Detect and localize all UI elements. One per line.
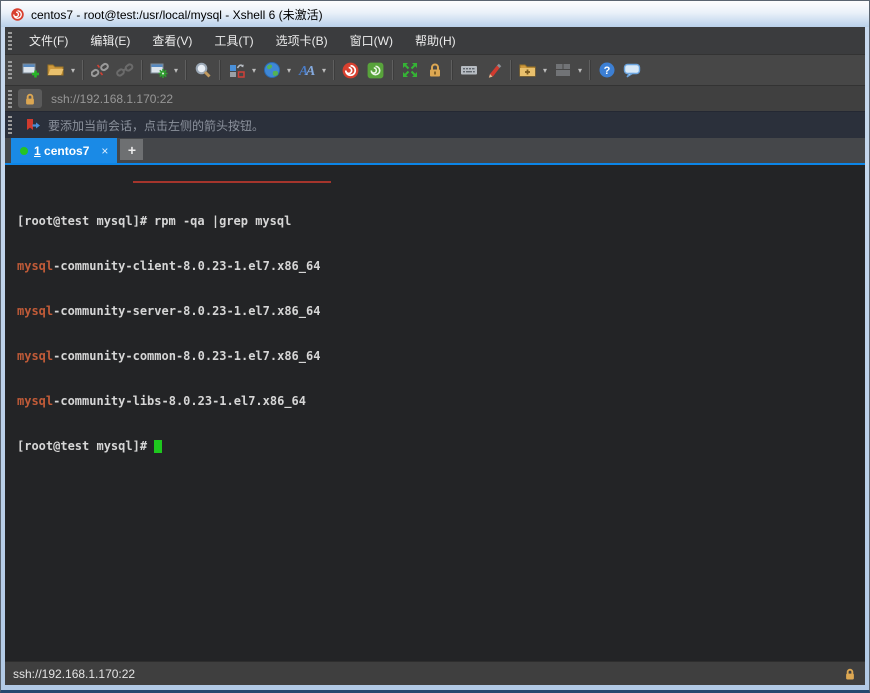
new-tab-button[interactable]: + [120, 139, 143, 160]
svg-text:?: ? [603, 65, 610, 77]
grep-match: mysql [17, 394, 53, 408]
status-lock-icon [843, 667, 857, 681]
xshell-icon[interactable] [338, 58, 363, 83]
tab-centos7[interactable]: 1 centos7 × [11, 138, 117, 163]
feedback-icon[interactable] [619, 58, 644, 83]
prompt: [root@test mysql]# [17, 214, 147, 228]
fullscreen-icon[interactable] [397, 58, 422, 83]
status-url: ssh://192.168.1.170:22 [13, 667, 135, 681]
tab-bar: 1 centos7 × + [5, 138, 865, 165]
addressbar-grip[interactable] [8, 90, 12, 108]
new-session-icon[interactable] [18, 58, 43, 83]
menu-file[interactable]: 文件(F) [18, 28, 79, 53]
menu-tabs[interactable]: 选项卡(B) [265, 28, 339, 53]
web-browser-caret[interactable]: ▾ [284, 66, 294, 75]
toolbar-grip[interactable] [8, 61, 12, 79]
tab-close-icon[interactable]: × [101, 144, 108, 158]
lock-screen-icon[interactable] [422, 58, 447, 83]
connected-indicator-icon [20, 147, 28, 155]
toolbar-separator [589, 60, 590, 80]
disconnect-icon[interactable] [87, 58, 112, 83]
title-bar: centos7 - root@test:/usr/local/mysql - X… [1, 1, 869, 27]
toolbar: ▾ ▾ ▾ ▾ [5, 54, 865, 85]
status-bar: ssh://192.168.1.170:22 [5, 661, 865, 685]
help-icon[interactable]: ? [594, 58, 619, 83]
menu-help[interactable]: 帮助(H) [404, 28, 467, 53]
annotation-underline [133, 181, 331, 183]
new-session-folder-icon[interactable] [515, 58, 540, 83]
toolbar-separator [510, 60, 511, 80]
xshell-logo-icon [10, 7, 25, 22]
terminal-line: mysql-community-server-8.0.23-1.el7.x86_… [17, 304, 865, 319]
window-title: centos7 - root@test:/usr/local/mysql - X… [31, 6, 323, 23]
terminal-cursor [154, 440, 162, 453]
open-session-caret[interactable]: ▾ [68, 66, 78, 75]
menu-bar: 文件(F) 编辑(E) 查看(V) 工具(T) 选项卡(B) 窗口(W) 帮助(… [5, 27, 865, 54]
prompt: [root@test mysql]# [17, 439, 147, 453]
terminal-line: mysql-community-common-8.0.23-1.el7.x86_… [17, 349, 865, 364]
add-session-arrow-icon[interactable] [25, 118, 41, 133]
app-area: 文件(F) 编辑(E) 查看(V) 工具(T) 选项卡(B) 窗口(W) 帮助(… [5, 27, 865, 685]
toolbar-separator [141, 60, 142, 80]
web-browser-icon[interactable] [259, 58, 284, 83]
font-caret[interactable]: ▾ [319, 66, 329, 75]
menu-view[interactable]: 查看(V) [141, 28, 203, 53]
find-icon[interactable] [190, 58, 215, 83]
session-properties-caret[interactable]: ▾ [171, 66, 181, 75]
reconnect-icon[interactable] [112, 58, 137, 83]
font-icon[interactable]: AA [294, 58, 319, 83]
new-session-folder-caret[interactable]: ▾ [540, 66, 550, 75]
toolbar-separator [82, 60, 83, 80]
highlight-pen-icon[interactable] [481, 58, 506, 83]
menu-window[interactable]: 窗口(W) [339, 28, 404, 53]
tile-windows-icon[interactable] [550, 58, 575, 83]
package-name: -community-server-8.0.23-1.el7.x86_64 [53, 304, 320, 318]
menu-edit[interactable]: 编辑(E) [79, 28, 141, 53]
grep-match: mysql [17, 349, 53, 363]
toolbar-separator [333, 60, 334, 80]
tab-index: 1 [34, 144, 41, 158]
virtual-keyboard-icon[interactable] [456, 58, 481, 83]
terminal-line: mysql-community-libs-8.0.23-1.el7.x86_64 [17, 394, 865, 409]
package-name: -community-libs-8.0.23-1.el7.x86_64 [53, 394, 306, 408]
tab-name: centos7 [44, 144, 89, 158]
xshell-window: centos7 - root@test:/usr/local/mysql - X… [0, 0, 870, 693]
session-properties-icon[interactable] [146, 58, 171, 83]
address-bar[interactable]: ssh://192.168.1.170:22 [5, 85, 865, 111]
toolbar-separator [451, 60, 452, 80]
info-bar: 要添加当前会话，点击左侧的箭头按钮。 [5, 111, 865, 138]
toolbar-separator [219, 60, 220, 80]
compose-bar-icon[interactable] [224, 58, 249, 83]
window-frame-bottom [1, 685, 869, 690]
open-session-icon[interactable] [43, 58, 68, 83]
address-url: ssh://192.168.1.170:22 [51, 92, 173, 106]
command: rpm -qa |grep mysql [154, 214, 291, 228]
terminal[interactable]: [root@test mysql]# rpm -qa |grep mysql my… [5, 165, 865, 661]
toolbar-separator [185, 60, 186, 80]
infobar-grip[interactable] [8, 116, 12, 134]
toolbar-separator [392, 60, 393, 80]
terminal-line: mysql-community-client-8.0.23-1.el7.x86_… [17, 259, 865, 274]
package-name: -community-common-8.0.23-1.el7.x86_64 [53, 349, 320, 363]
address-lock-icon [18, 89, 42, 108]
tile-windows-caret[interactable]: ▾ [575, 66, 585, 75]
menubar-grip[interactable] [8, 32, 12, 50]
grep-match: mysql [17, 259, 53, 273]
compose-bar-caret[interactable]: ▾ [249, 66, 259, 75]
grep-match: mysql [17, 304, 53, 318]
package-name: -community-client-8.0.23-1.el7.x86_64 [53, 259, 320, 273]
svg-text:A: A [305, 64, 315, 79]
xftp-icon[interactable] [363, 58, 388, 83]
terminal-line: [root@test mysql]# rpm -qa |grep mysql [17, 214, 865, 229]
info-message: 要添加当前会话，点击左侧的箭头按钮。 [48, 117, 264, 134]
menu-tools[interactable]: 工具(T) [203, 28, 264, 53]
terminal-line: [root@test mysql]# [17, 439, 865, 454]
tab-label: 1 centos7 [34, 144, 89, 158]
